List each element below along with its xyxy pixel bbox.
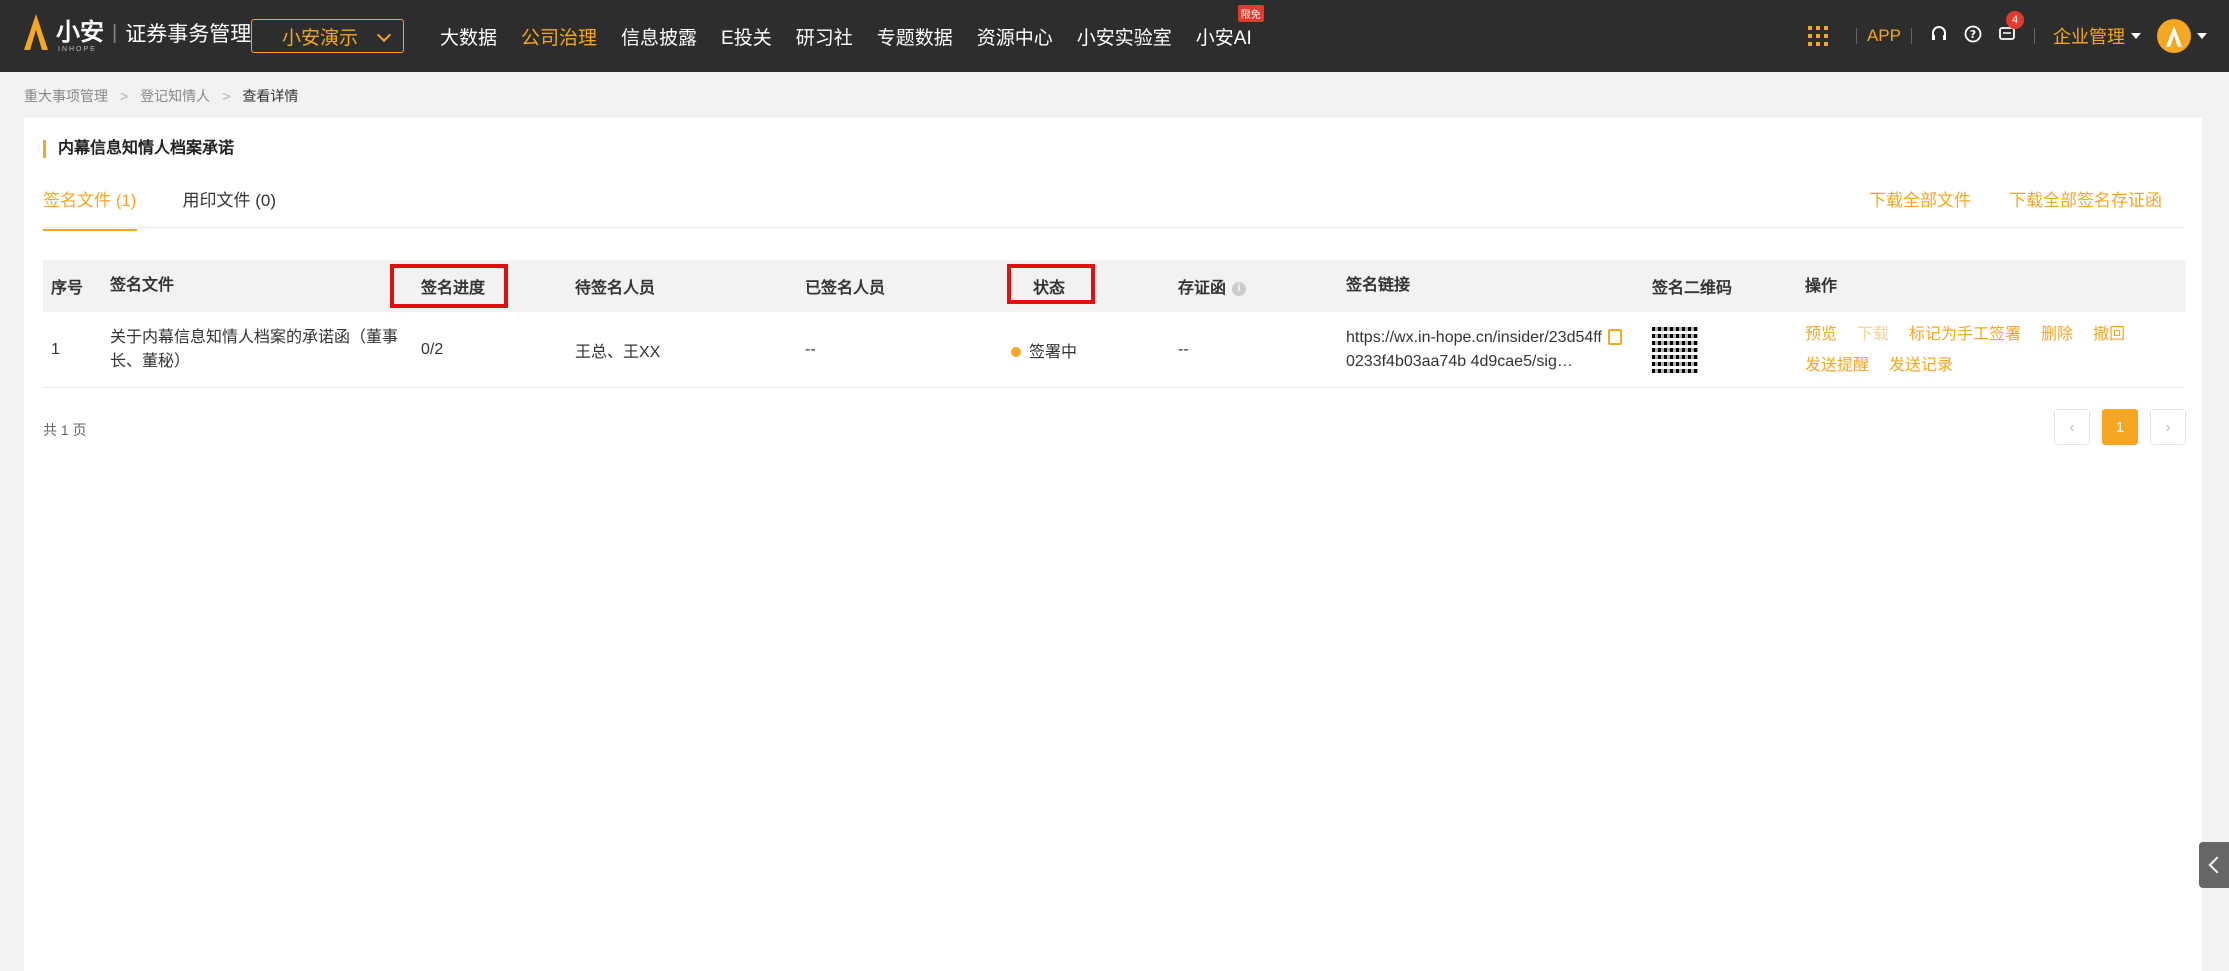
send-records-button[interactable]: 发送记录 bbox=[1889, 357, 1953, 374]
column-header-pending: 待签名人员 bbox=[575, 280, 656, 297]
chevron-right-icon: > bbox=[222, 88, 231, 104]
user-menu[interactable] bbox=[2141, 19, 2207, 53]
column-header-qrcode: 签名二维码 bbox=[1652, 280, 1733, 297]
nav-item-ai-label: 小安AI bbox=[1195, 27, 1252, 49]
download-all-files-link[interactable]: 下载全部文件 bbox=[1869, 186, 1971, 211]
download-button[interactable]: 下载 bbox=[1857, 326, 1889, 343]
nav-item-study-club[interactable]: 研习社 bbox=[796, 23, 853, 50]
tab-signature-files[interactable]: 签名文件 (1) bbox=[43, 186, 137, 231]
breadcrumb: 重大事项管理 > 登记知情人 > 查看详情 bbox=[24, 86, 298, 106]
product-name: 证券事务管理 bbox=[125, 23, 252, 46]
nav-item-e-ir[interactable]: E投关 bbox=[721, 23, 772, 50]
row-sign-link-line1: https://wx.in-hope.cn/insider/23d54ff bbox=[1346, 328, 1602, 346]
enterprise-menu[interactable]: 企业管理 bbox=[2053, 23, 2141, 49]
send-reminder-button[interactable]: 发送提醒 bbox=[1805, 357, 1869, 374]
column-header-file: 签名文件 bbox=[110, 277, 175, 294]
pagination: ‹ 1 › bbox=[2042, 409, 2186, 445]
row-progress: 0/2 bbox=[421, 340, 444, 358]
row-pending-signers: 王总、王XX bbox=[575, 343, 661, 361]
nav-item-big-data[interactable]: 大数据 bbox=[440, 23, 497, 50]
divider bbox=[1855, 28, 1857, 44]
enterprise-menu-label: 企业管理 bbox=[2053, 27, 2125, 47]
divider bbox=[1911, 28, 1912, 44]
download-links: 下载全部文件 下载全部签名存证函 bbox=[1831, 186, 2162, 211]
column-header-signed: 已签名人员 bbox=[805, 280, 886, 297]
nav-item-corporate-governance[interactable]: 公司治理 bbox=[521, 23, 597, 50]
breadcrumb-item-major-matters[interactable]: 重大事项管理 bbox=[24, 86, 108, 106]
main-nav: 大数据 公司治理 信息披露 E投关 研习社 专题数据 资源中心 小安实验室 小安… bbox=[440, 0, 1276, 72]
row-status-label: 签署中 bbox=[1029, 343, 1078, 361]
delete-button[interactable]: 删除 bbox=[2041, 326, 2073, 343]
next-page-button[interactable]: › bbox=[2150, 409, 2186, 445]
top-navigation-bar: 小安 INHOPE | 证券事务管理 小安演示 大数据 公司治理 信息披露 E投… bbox=[0, 0, 2229, 72]
row-qrcode[interactable] bbox=[1652, 326, 1698, 373]
page-summary: 共 1 页 bbox=[43, 422, 87, 438]
apps-grid-icon[interactable] bbox=[1807, 26, 1828, 46]
nav-item-lab[interactable]: 小安实验室 bbox=[1077, 23, 1172, 50]
tab-seal-files[interactable]: 用印文件 (0) bbox=[183, 186, 277, 231]
logo-icon bbox=[22, 14, 50, 52]
column-header-actions: 操作 bbox=[1805, 277, 1838, 295]
message-count-badge: 4 bbox=[2006, 10, 2024, 29]
divider bbox=[2034, 28, 2035, 44]
prev-page-button[interactable]: ‹ bbox=[2054, 409, 2090, 445]
status-dot bbox=[1011, 347, 1021, 358]
table-header: 序号 签名文件 签名进度 待签名人员 已签名人员 状态 存证函 i 签名链接 签名… bbox=[43, 260, 2185, 312]
brand-divider: | bbox=[112, 21, 118, 44]
nav-item-ai[interactable]: 小安AI 限免 bbox=[1195, 4, 1264, 50]
help-icon[interactable]: ? bbox=[1964, 25, 1982, 48]
chevron-left-icon bbox=[2208, 856, 2226, 874]
avatar bbox=[2157, 19, 2191, 53]
column-header-link: 签名链接 bbox=[1346, 277, 1411, 294]
chevron-down-icon bbox=[376, 27, 392, 43]
logo[interactable]: 小安 INHOPE | 证券事务管理 bbox=[22, 14, 252, 53]
nav-item-resource-center[interactable]: 资源中心 bbox=[977, 23, 1053, 50]
company-select-value: 小安演示 bbox=[282, 27, 359, 49]
row-file-name: 关于内幕信息知情人档案的承诺函（董事长、董秘） bbox=[110, 328, 399, 370]
info-icon[interactable]: i bbox=[1232, 281, 1247, 296]
highlight-box-status bbox=[1007, 264, 1095, 304]
header-tools: APP ? 4 企业管理 bbox=[1807, 0, 2229, 72]
revoke-button[interactable]: 撤回 bbox=[2093, 326, 2125, 343]
caret-down-icon bbox=[2197, 33, 2207, 39]
download-all-certificates-link[interactable]: 下载全部签名存证函 bbox=[2009, 186, 2162, 211]
column-header-certificate: 存证函 i bbox=[1178, 274, 1247, 298]
message-icon[interactable]: 4 bbox=[1998, 10, 2024, 48]
tabs-divider bbox=[43, 227, 2185, 228]
page-button-current[interactable]: 1 bbox=[2102, 409, 2138, 445]
column-header-certificate-label: 存证函 bbox=[1178, 280, 1227, 297]
qrcode-image bbox=[1652, 326, 1698, 373]
row-sign-link-line2: 0233f4b03aa74b 4d9cae5/sig… bbox=[1346, 352, 1573, 370]
main-panel: 内幕信息知情人档案承诺 签名文件 (1) 用印文件 (0) 下载全部文件 下载全… bbox=[24, 118, 2202, 971]
brand-subtitle: INHOPE bbox=[58, 46, 97, 53]
row-seq: 1 bbox=[51, 340, 60, 358]
headset-icon[interactable] bbox=[1930, 25, 1948, 48]
app-link[interactable]: APP bbox=[1867, 26, 1901, 46]
nav-item-topic-data[interactable]: 专题数据 bbox=[877, 23, 953, 50]
section-title: 内幕信息知情人档案承诺 bbox=[43, 140, 234, 158]
signature-table: 序号 签名文件 签名进度 待签名人员 已签名人员 状态 存证函 i 签名链接 签名… bbox=[43, 260, 2185, 388]
caret-down-icon bbox=[2131, 33, 2141, 39]
row-certificate: -- bbox=[1178, 340, 1189, 358]
copy-icon[interactable] bbox=[1607, 329, 1622, 346]
column-header-seq: 序号 bbox=[51, 280, 84, 297]
row-actions: 预览 下载 标记为手工签署 删除 撤回 发送提醒 发送记录 bbox=[1805, 319, 2185, 381]
breadcrumb-item-register-insiders[interactable]: 登记知情人 bbox=[140, 86, 210, 106]
mark-manual-sign-button[interactable]: 标记为手工签署 bbox=[1909, 326, 2021, 343]
row-sign-link[interactable]: https://wx.in-hope.cn/insider/23d54ff 02… bbox=[1346, 326, 1636, 374]
table-row: 1 关于内幕信息知情人档案的承诺函（董事长、董秘） 0/2 王总、王XX -- … bbox=[43, 312, 2185, 388]
side-panel-toggle[interactable] bbox=[2199, 842, 2229, 888]
preview-button[interactable]: 预览 bbox=[1805, 326, 1837, 343]
row-status: 签署中 bbox=[1011, 338, 1077, 362]
row-signed-signers: -- bbox=[805, 340, 816, 358]
chevron-right-icon: > bbox=[120, 88, 129, 104]
svg-text:?: ? bbox=[1970, 28, 1976, 41]
file-tabs: 签名文件 (1) 用印文件 (0) bbox=[43, 186, 322, 231]
free-badge: 限免 bbox=[1237, 4, 1264, 22]
breadcrumb-item-current: 查看详情 bbox=[242, 88, 299, 104]
highlight-box-progress bbox=[390, 264, 508, 308]
brand-name: 小安 bbox=[56, 19, 104, 46]
company-select[interactable]: 小安演示 bbox=[251, 19, 404, 53]
nav-item-disclosure[interactable]: 信息披露 bbox=[621, 23, 697, 50]
